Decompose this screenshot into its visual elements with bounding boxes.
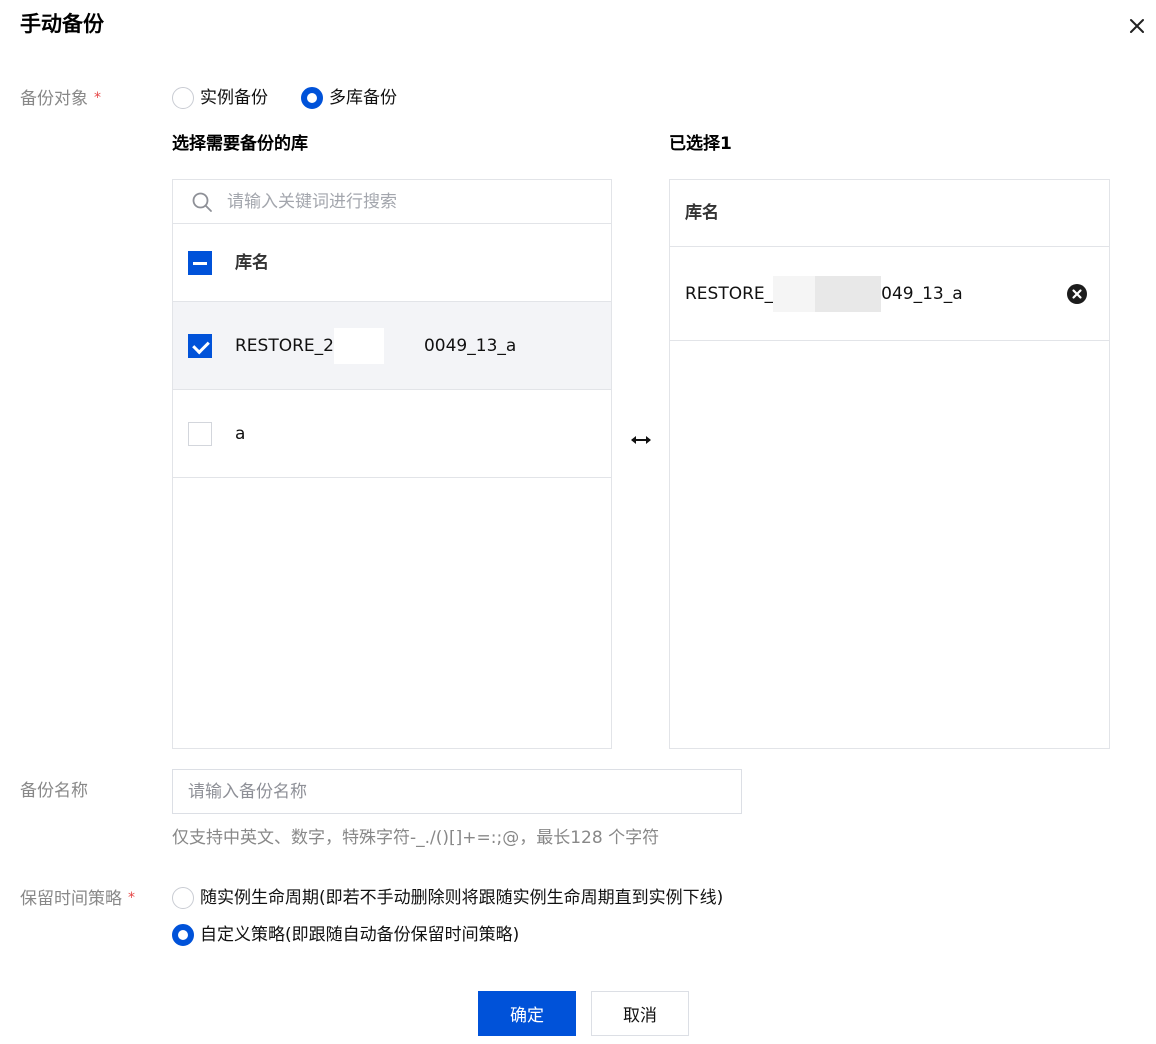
transfer-arrow-icon [631, 436, 651, 444]
required-mark: * [94, 90, 101, 106]
manual-backup-dialog: 手动备份 备份对象* 实例备份 多库备份 选择需要备份的库 已选择1 库名 RE… [0, 0, 1156, 1044]
redacted-block [384, 328, 424, 364]
dialog-title: 手动备份 [20, 12, 104, 36]
cancel-button[interactable]: 取消 [591, 991, 689, 1036]
radio-label: 多库备份 [329, 88, 397, 108]
radio-circle-selected [301, 87, 323, 109]
left-panel-title: 选择需要备份的库 [172, 134, 308, 154]
backup-name-label: 备份名称 [20, 781, 88, 801]
backup-name-input[interactable] [172, 769, 742, 814]
selected-db-panel: 库名 RESTORE_ 049_13_a [669, 179, 1110, 749]
required-mark: * [128, 890, 135, 906]
radio-label: 自定义策略(即跟随自动备份保留时间策略) [200, 925, 520, 945]
radio-circle-selected [172, 924, 194, 946]
radio-instance-backup[interactable]: 实例备份 [172, 86, 268, 110]
db-name: a [235, 423, 246, 444]
table-row[interactable]: RESTORE_2 0049_13_a [173, 302, 611, 390]
redacted-block [333, 327, 384, 364]
select-all-checkbox[interactable] [188, 250, 212, 275]
selected-db-name: RESTORE_ 049_13_a [685, 275, 963, 312]
radio-label: 随实例生命周期(即若不手动删除则将跟随实例生命周期直到实例下线) [200, 888, 724, 908]
radio-circle [172, 887, 194, 909]
table-header: 库名 [670, 180, 1109, 247]
column-header-db-name: 库名 [235, 252, 269, 273]
confirm-button[interactable]: 确定 [478, 991, 576, 1036]
close-icon[interactable] [1125, 14, 1149, 38]
backup-target-label: 备份对象 * [20, 89, 101, 109]
radio-label: 实例备份 [200, 88, 268, 108]
selected-row: RESTORE_ 049_13_a [670, 247, 1109, 341]
radio-multi-db-backup[interactable]: 多库备份 [301, 86, 397, 110]
radio-circle [172, 87, 194, 109]
radio-custom-policy[interactable]: 自定义策略(即跟随自动备份保留时间策略) [172, 923, 519, 947]
table-row[interactable]: a [173, 390, 611, 478]
search-input[interactable] [227, 186, 587, 217]
column-header-db-name: 库名 [685, 203, 719, 223]
source-db-panel: 库名 RESTORE_20049_13_a a [172, 179, 612, 749]
row-checkbox[interactable] [188, 421, 212, 446]
search-icon [192, 192, 212, 212]
right-panel-title: 已选择1 [669, 134, 732, 154]
remove-icon[interactable] [1066, 283, 1088, 305]
search-bar [173, 180, 611, 224]
db-name: RESTORE_2 0049_13_a [235, 327, 516, 364]
backup-name-hint: 仅支持中英文、数字，特殊字符-_./()[]+=:;@，最长128 个字符 [172, 828, 660, 848]
radio-follow-instance-lifecycle[interactable]: 随实例生命周期(即若不手动删除则将跟随实例生命周期直到实例下线) [172, 886, 723, 910]
table-header: 库名 [173, 224, 611, 302]
retention-label: 保留时间策略 * [20, 889, 135, 909]
redacted-block [815, 275, 882, 312]
row-checkbox[interactable] [188, 333, 212, 358]
redacted-block [773, 275, 816, 312]
